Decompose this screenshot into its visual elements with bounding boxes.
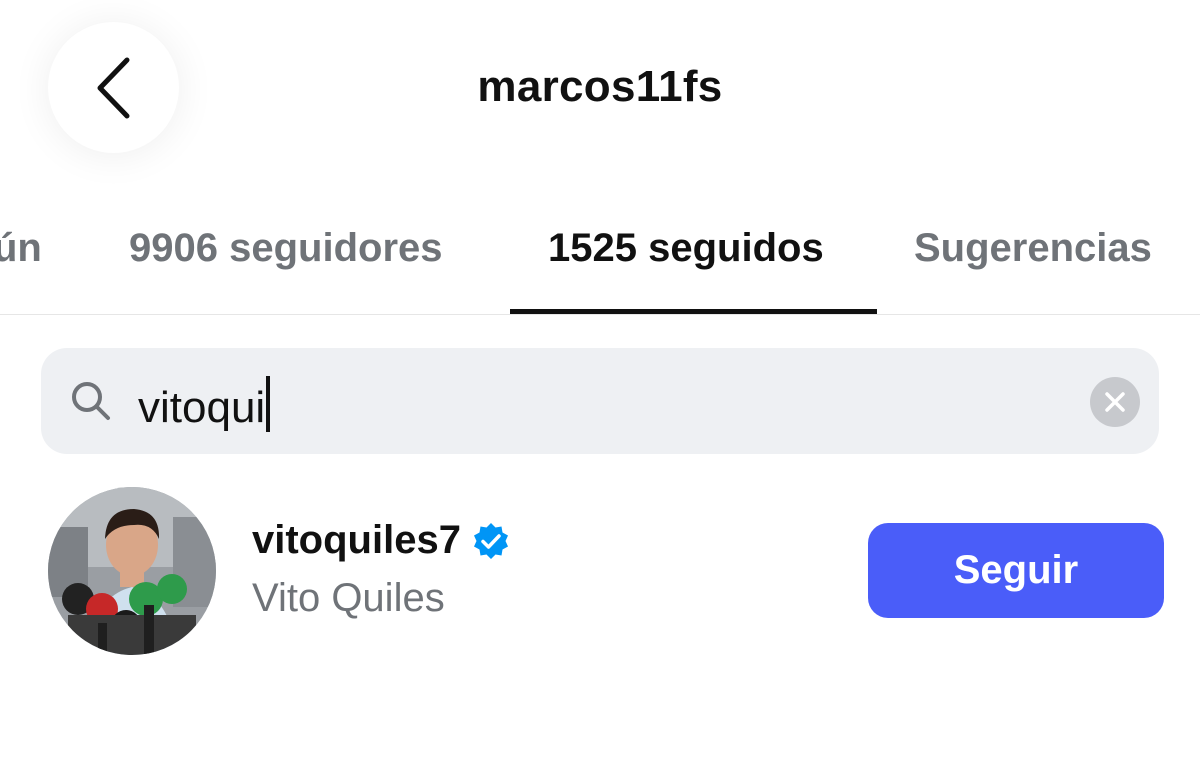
clear-icon [1105,392,1125,412]
result-username-row[interactable]: vitoquiles7 [252,518,511,563]
text-caret [266,376,271,432]
screen: marcos11fs ún 9906 seguidores 1525 segui… [0,0,1200,777]
search-input[interactable]: vitoqui [138,376,271,432]
page-title: marcos11fs [477,62,723,111]
tab-followers[interactable]: 9906 seguidores [129,226,443,271]
tab-mutual[interactable]: ún [0,226,42,271]
result-username: vitoquiles7 [252,518,461,562]
active-tab-indicator [510,309,877,314]
avatar[interactable] [48,487,216,655]
follow-button[interactable]: Seguir [868,523,1164,618]
clear-search-button[interactable] [1090,377,1140,427]
tab-suggestions[interactable]: Sugerencias [914,226,1152,271]
tab-following[interactable]: 1525 seguidos [548,226,824,271]
tab-bar: ún 9906 seguidores 1525 seguidos Sugeren… [0,200,1200,315]
result-full-name: Vito Quiles [252,576,445,620]
search-input-value: vitoqui [138,383,266,432]
search-icon [72,382,110,420]
verified-badge-icon [473,522,508,559]
